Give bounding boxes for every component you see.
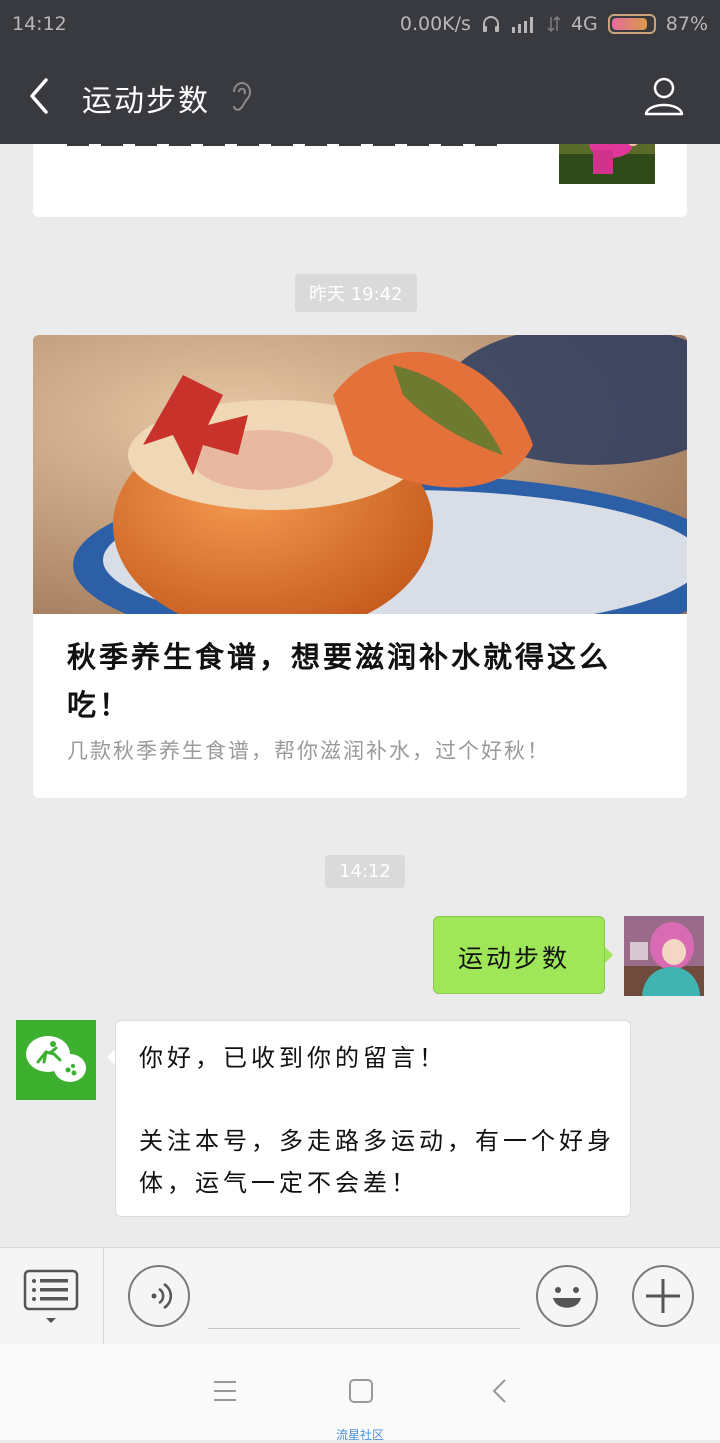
bot-message-line2: 关注本号，多走路多运动，有一个好身体，运气一定不会差！ [139, 1127, 615, 1197]
status-time: 14:12 [12, 13, 67, 35]
back-arrow-icon[interactable] [22, 72, 70, 120]
user-message-bubble[interactable]: 运动步数 [433, 916, 613, 994]
bot-message-bubble[interactable]: 你好，已收到你的留言！ 关注本号，多走路多运动，有一个好身体，运气一定不会差！ [107, 1020, 631, 1217]
data-transfer-icon [547, 15, 561, 33]
plus-icon [646, 1279, 680, 1313]
menu-list-icon [23, 1269, 79, 1323]
system-navigation-bar: 流星社区 [0, 1344, 720, 1442]
headset-icon [482, 16, 499, 32]
article-card[interactable]: 秋季养生食谱，想要滋润补水就得这么吃！ 几款秋季养生食谱，帮你滋润补水，过个好秋… [33, 335, 687, 798]
back-triangle-icon[interactable] [485, 1376, 515, 1406]
watermark: 流星社区 [335, 1428, 384, 1442]
timestamp: 昨天 19:42 [295, 274, 417, 312]
voice-icon [151, 1282, 173, 1310]
battery-fill [611, 18, 647, 30]
timestamp: 14:12 [325, 855, 405, 888]
status-indicators: 0.00K/s 4G 87% [400, 13, 708, 35]
person-icon[interactable] [642, 74, 686, 118]
net-speed: 0.00K/s [399, 13, 471, 35]
page-title: 运动步数 [82, 84, 210, 119]
user-avatar[interactable] [624, 916, 704, 996]
official-account-avatar[interactable] [16, 1020, 96, 1100]
status-bar: 14:12 0.00K/s 4G 87% [0, 0, 720, 48]
bot-message-line1: 你好，已收到你的留言！ [139, 1044, 447, 1072]
message-input[interactable] [208, 1328, 520, 1329]
input-bar [0, 1247, 720, 1345]
battery-percent: 87% [665, 13, 708, 35]
home-square-icon[interactable] [346, 1376, 376, 1406]
emoji-button[interactable] [536, 1265, 598, 1327]
voice-button[interactable] [128, 1265, 190, 1327]
menu-list-button[interactable] [0, 1248, 104, 1345]
plus-button[interactable] [632, 1265, 694, 1327]
article-title: 秋季养生食谱，想要滋润补水就得这么吃！ [67, 640, 612, 722]
emoji-icon [553, 1287, 581, 1308]
battery-icon [607, 14, 656, 34]
article-description: 几款秋季养生食谱，帮你滋润补水，过个好秋！ [67, 739, 550, 763]
nav-bar: 运动步数 [0, 48, 720, 144]
menu-icon[interactable] [210, 1376, 240, 1406]
ear-icon [233, 82, 251, 111]
user-message-text: 运动步数 [458, 944, 571, 973]
article-cover-image [33, 335, 687, 614]
network-type: 4G [570, 13, 598, 35]
app-header: 14:12 0.00K/s 4G 87% 运动步数 [0, 0, 720, 144]
signal-icon [511, 17, 533, 33]
